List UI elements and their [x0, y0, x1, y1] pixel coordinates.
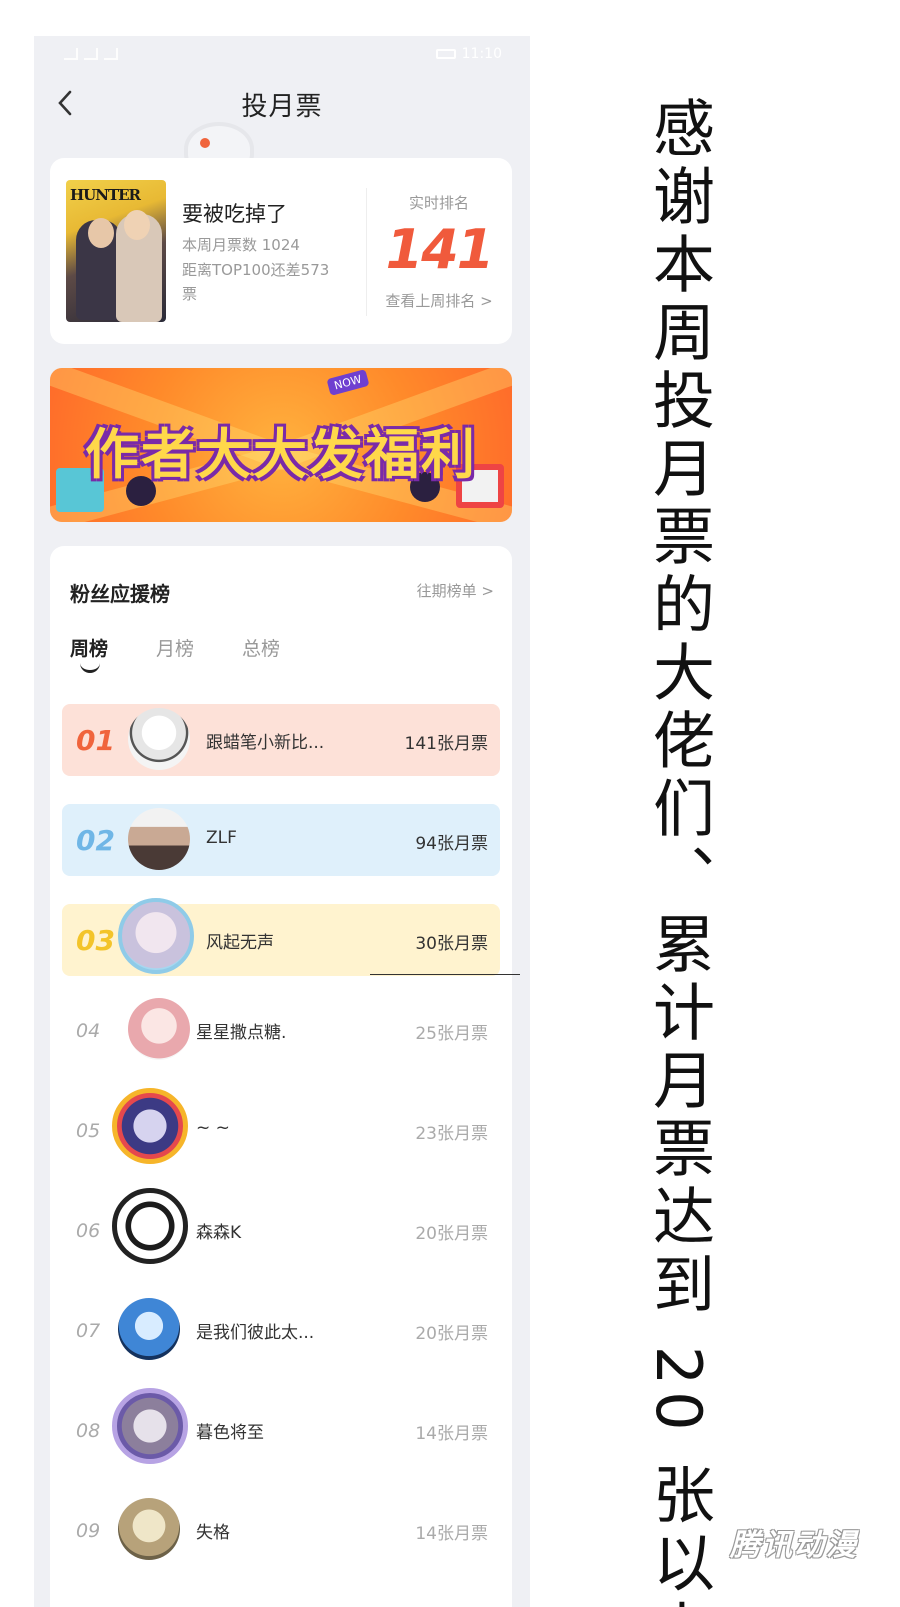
battery-icon — [435, 49, 456, 59]
rank-number: 01 — [76, 724, 115, 757]
avatar[interactable] — [112, 1388, 188, 1464]
leaderboard-row[interactable]: 03 风起无声 30张月票 — [62, 898, 500, 976]
vote-count: 14张月票 — [415, 1424, 488, 1444]
now-tag: NOW — [326, 369, 370, 396]
rank-number: 03 — [76, 924, 115, 957]
thanks-caption: 感谢本周投月票的大佬们、累计月票达到 20 张以上 — [642, 96, 715, 1607]
leaderboard-row[interactable]: 08 暮色将至 14张月票 — [62, 1388, 500, 1466]
rank-number: 05 — [76, 1120, 101, 1142]
leaderboard-row[interactable]: 04 星星撒点糖. 25张月票 — [62, 994, 500, 1066]
watermark-logo: 腾讯动漫 — [730, 1528, 858, 1563]
banner-text: 作者大大发福利 — [85, 423, 477, 486]
avatar[interactable] — [128, 708, 190, 770]
rank-number: 04 — [76, 1020, 101, 1042]
gap-to-top100: 距离TOP100还差573票 — [182, 261, 330, 303]
fan-name: 失格 — [196, 1523, 230, 1543]
vote-count: 14张月票 — [415, 1524, 488, 1544]
status-time: 11:10 — [461, 46, 502, 62]
leaderboard-row[interactable]: 07 是我们彼此太... 20张月票 — [62, 1294, 500, 1366]
signal-icon — [64, 48, 78, 60]
fan-name: 跟蜡笔小新比... — [206, 733, 325, 753]
vote-count: 30张月票 — [415, 934, 488, 954]
tab-total[interactable]: 总榜 — [242, 634, 280, 661]
fan-name: ~ ~ — [196, 1118, 230, 1138]
fan-name: 星星撒点糖. — [196, 1023, 287, 1043]
rank-value: 141 — [385, 218, 495, 281]
cover-title: HUNTER — [70, 186, 141, 204]
vote-count: 20张月票 — [415, 1324, 488, 1344]
rank-number: 09 — [76, 1520, 101, 1542]
weekly-votes: 本周月票数 1024 — [182, 236, 300, 254]
phone-screenshot: 11:10 投月票 HUNTER 要被吃掉了 本周月票数 1024 距离TOP1… — [34, 36, 530, 1607]
leaderboard-row[interactable]: 02 ZLF 94张月票 — [62, 804, 500, 876]
nav-bar: 投月票 — [34, 72, 530, 134]
comic-name: 要被吃掉了 — [182, 202, 287, 226]
fan-name: 是我们彼此太... — [196, 1323, 315, 1343]
rank-number: 08 — [76, 1420, 101, 1442]
leaderboard-row[interactable]: 09 失格 14张月票 — [62, 1494, 500, 1566]
avatar[interactable] — [118, 1298, 180, 1360]
leaderboard-tabs: 周榜 月榜 总榜 — [70, 634, 280, 673]
avatar[interactable] — [118, 898, 194, 974]
rank-number: 07 — [76, 1320, 101, 1342]
rank-number: 06 — [76, 1220, 101, 1242]
leaderboard-row[interactable]: 05 ~ ~ 23张月票 — [62, 1088, 500, 1166]
tab-monthly[interactable]: 月榜 — [156, 634, 194, 661]
fan-leaderboard: 粉丝应援榜 往期榜单 > 周榜 月榜 总榜 01 跟蜡笔小新比... 141张月… — [50, 546, 520, 1607]
status-bar: 11:10 — [34, 36, 530, 72]
promo-banner[interactable]: NOW 作者大大发福利 — [50, 368, 512, 522]
avatar[interactable] — [112, 1088, 188, 1164]
vote-count: 23张月票 — [415, 1124, 488, 1144]
rank-number: 02 — [76, 824, 115, 857]
fan-name: 暮色将至 — [196, 1423, 264, 1443]
leaderboard-row[interactable]: 06 森森K 20张月票 — [62, 1188, 500, 1266]
avatar[interactable] — [112, 1188, 188, 1264]
tab-weekly[interactable]: 周榜 — [70, 634, 108, 673]
wifi-icon — [104, 48, 118, 60]
leaderboard-title: 粉丝应援榜 — [70, 582, 170, 606]
vote-count: 25张月票 — [415, 1024, 488, 1044]
fan-name: 森森K — [196, 1223, 242, 1243]
history-link[interactable]: 往期榜单 > — [417, 580, 494, 601]
comic-cover[interactable]: HUNTER — [66, 180, 166, 322]
divider — [370, 974, 520, 975]
signal-icon — [84, 48, 98, 60]
signal-icons — [64, 48, 118, 60]
last-week-rank-link[interactable]: 查看上周排名 > — [366, 290, 512, 311]
rank-label: 实时排名 — [408, 194, 469, 212]
vote-count: 20张月票 — [415, 1224, 488, 1244]
fan-name: ZLF — [206, 828, 237, 848]
avatar[interactable] — [118, 1498, 180, 1560]
vote-count: 94张月票 — [415, 834, 488, 854]
comic-card[interactable]: HUNTER 要被吃掉了 本周月票数 1024 距离TOP100还差573票 实… — [50, 158, 512, 344]
page-title: 投月票 — [241, 92, 323, 122]
fan-name: 风起无声 — [206, 933, 274, 953]
vote-count: 141张月票 — [404, 734, 488, 754]
leaderboard-row[interactable]: 01 跟蜡笔小新比... 141张月票 — [62, 704, 500, 776]
avatar[interactable] — [128, 998, 190, 1060]
avatar[interactable] — [128, 808, 190, 870]
